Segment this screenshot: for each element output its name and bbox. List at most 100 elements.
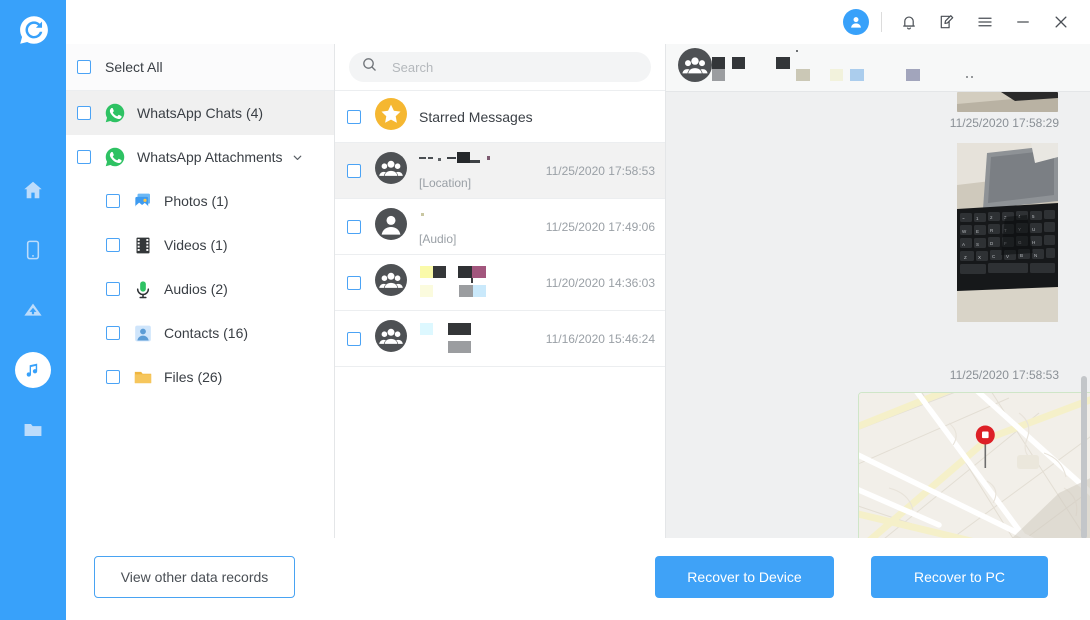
recover-to-device-button[interactable]: Recover to Device xyxy=(655,556,834,598)
checkbox-audios[interactable] xyxy=(106,282,120,296)
message-2-time: 11/25/2020 17:49:06 xyxy=(545,219,655,234)
checkbox-starred-messages[interactable] xyxy=(347,109,361,124)
search-box[interactable] xyxy=(349,52,651,82)
checkbox-message-1[interactable] xyxy=(347,163,361,178)
hamburger-menu-icon[interactable] xyxy=(970,7,1000,37)
star-icon xyxy=(375,98,407,135)
table-row[interactable]: [Location] 11/25/2020 17:58:53 xyxy=(335,143,665,199)
close-icon[interactable] xyxy=(1046,7,1076,37)
view-other-data-records-button[interactable]: View other data records xyxy=(94,556,295,598)
search-icon xyxy=(361,56,378,78)
minimize-icon[interactable] xyxy=(1008,7,1038,37)
select-all-checkbox[interactable] xyxy=(77,60,91,74)
cloud-upload-icon xyxy=(22,299,44,321)
rail-item-device[interactable] xyxy=(0,220,66,280)
checkbox-message-4[interactable] xyxy=(347,331,361,346)
chevron-down-icon[interactable] xyxy=(291,151,304,164)
svg-text:X: X xyxy=(978,255,981,260)
keyboard-photo-attachment[interactable]: ~12 345 WER TYU ASD FGH ZXC VBN xyxy=(957,143,1058,322)
search-bar xyxy=(335,44,665,91)
sidebar-item-videos[interactable]: Videos (1) xyxy=(66,223,334,267)
svg-text:H: H xyxy=(1032,240,1035,245)
photo-attachment-partial[interactable] xyxy=(957,92,1058,112)
title-bar xyxy=(66,0,1090,44)
search-input[interactable] xyxy=(392,59,639,75)
sidebar-item-audios[interactable]: Audios (2) xyxy=(66,267,334,311)
user-avatar-icon[interactable] xyxy=(843,9,869,35)
checkbox-whatsapp-attachments[interactable] xyxy=(77,150,91,164)
person-avatar-icon xyxy=(375,208,407,245)
svg-text:E: E xyxy=(976,229,979,234)
whatsapp-icon xyxy=(104,102,126,124)
recover-to-pc-button[interactable]: Recover to PC xyxy=(871,556,1048,598)
bell-icon[interactable] xyxy=(894,7,924,37)
message-4-content xyxy=(419,320,546,358)
microphone-icon xyxy=(133,279,153,299)
message-list-panel: Starred Messages xyxy=(335,44,666,538)
table-row[interactable]: 11/16/2020 15:46:24 xyxy=(335,311,665,367)
message-3-content xyxy=(419,264,546,302)
checkbox-files[interactable] xyxy=(106,370,120,384)
window-controls xyxy=(843,0,1076,44)
table-row[interactable]: [Audio] 11/25/2020 17:49:06 xyxy=(335,199,665,255)
music-note-icon xyxy=(23,360,43,380)
svg-text:V: V xyxy=(1006,254,1009,259)
contact-icon xyxy=(133,323,153,343)
svg-text:Z: Z xyxy=(964,255,967,260)
left-nav-rail xyxy=(0,0,66,620)
group-avatar-icon xyxy=(375,264,407,301)
message-1-subtitle: [Location] xyxy=(419,175,472,190)
whatsapp-icon xyxy=(104,146,126,168)
message-4-time: 11/16/2020 15:46:24 xyxy=(545,331,655,346)
group-avatar-icon xyxy=(375,320,407,357)
photos-icon xyxy=(133,191,153,211)
sidebar-item-contacts[interactable]: Contacts (16) xyxy=(66,311,334,355)
home-icon xyxy=(22,179,44,201)
sidebar-item-files[interactable]: Files (26) xyxy=(66,355,334,399)
conversation-body: 11/25/2020 17:58:29 ~ 1 2 5 W E R U A S … xyxy=(666,92,1090,538)
conversation-scrollbar-thumb[interactable] xyxy=(1081,376,1087,538)
app-window: Select All WhatsApp Chats (4) WhatsApp A… xyxy=(0,0,1090,620)
sidebar-item-whatsapp-attachments[interactable]: WhatsApp Attachments xyxy=(66,135,334,179)
svg-text:A: A xyxy=(962,242,965,247)
location-map-attachment[interactable] xyxy=(858,392,1090,538)
svg-text:U: U xyxy=(1032,227,1035,232)
rail-item-files[interactable] xyxy=(0,400,66,460)
select-all-label: Select All xyxy=(105,59,163,75)
conversation-panel: 11/25/2020 17:58:29 ~ 1 2 5 W E R U A S … xyxy=(666,44,1090,538)
group-avatar-icon xyxy=(375,152,407,189)
device-icon xyxy=(22,239,44,261)
rail-item-media[interactable] xyxy=(0,340,66,400)
app-logo-icon xyxy=(17,13,51,47)
list-item-label-starred: Starred Messages xyxy=(419,108,533,125)
checkbox-message-2[interactable] xyxy=(347,219,361,234)
select-all-row[interactable]: Select All xyxy=(66,44,334,91)
sidebar-label-audios: Audios (2) xyxy=(164,281,228,297)
bubble-time-2: 11/25/2020 17:58:53 xyxy=(949,368,1059,382)
checkbox-message-3[interactable] xyxy=(347,275,361,290)
feedback-edit-icon[interactable] xyxy=(932,7,962,37)
list-item-starred-messages[interactable]: Starred Messages xyxy=(335,91,665,143)
checkbox-photos[interactable] xyxy=(106,194,120,208)
videos-icon xyxy=(133,235,153,255)
table-row[interactable]: 11/20/2020 14:36:03 xyxy=(335,255,665,311)
rail-icon-list xyxy=(0,160,66,460)
rail-item-cloud[interactable] xyxy=(0,280,66,340)
message-2-subtitle: [Audio] xyxy=(419,231,457,246)
svg-text:S: S xyxy=(976,242,979,247)
sidebar-item-photos[interactable]: Photos (1) xyxy=(66,179,334,223)
checkbox-videos[interactable] xyxy=(106,238,120,252)
sidebar-label-contacts: Contacts (16) xyxy=(164,325,249,341)
message-3-time: 11/20/2020 14:36:03 xyxy=(545,275,655,290)
checkbox-contacts[interactable] xyxy=(106,326,120,340)
message-1-time: 11/25/2020 17:58:53 xyxy=(545,163,655,178)
svg-text:~: ~ xyxy=(962,216,965,221)
conversation-header xyxy=(666,44,1090,92)
category-tree-panel: Select All WhatsApp Chats (4) WhatsApp A… xyxy=(66,44,335,538)
rail-item-home[interactable] xyxy=(0,160,66,220)
content-panels: Select All WhatsApp Chats (4) WhatsApp A… xyxy=(66,44,1090,538)
sidebar-item-whatsapp-chats[interactable]: WhatsApp Chats (4) xyxy=(66,91,334,135)
sidebar-label-files: Files (26) xyxy=(164,369,223,385)
checkbox-whatsapp-chats[interactable] xyxy=(77,106,91,120)
message-1-content: [Location] xyxy=(419,151,546,190)
